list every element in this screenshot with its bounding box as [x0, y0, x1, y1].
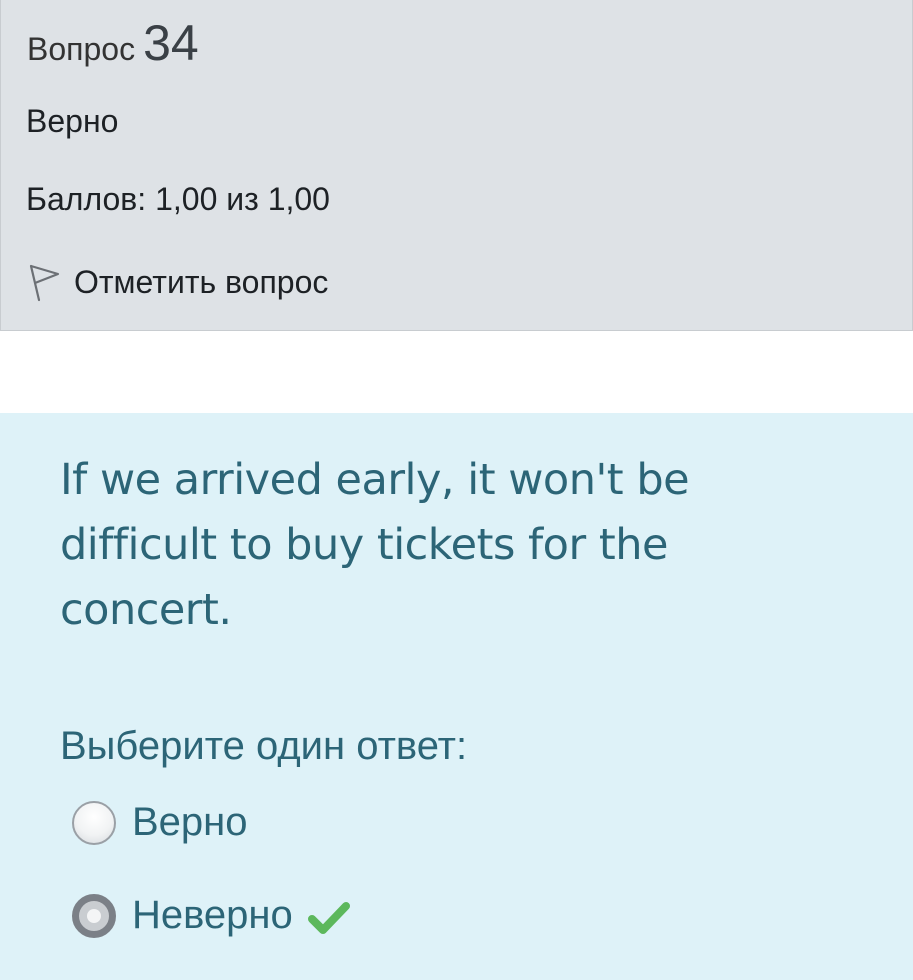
question-heading: Вопрос 34 [27, 14, 199, 72]
flag-outline-icon [29, 264, 60, 302]
question-text: If we arrived early, it won't be difficu… [60, 455, 690, 635]
flag-question-label: Отметить вопрос [74, 263, 329, 300]
answer-option-false[interactable]: Неверно [72, 893, 351, 938]
answer-option-label: Верно [132, 800, 248, 844]
flag-question-link[interactable]: Отметить вопрос [26, 260, 328, 304]
answer-option-label: Неверно [132, 893, 293, 937]
correct-check-icon [307, 901, 350, 934]
question-grade: Баллов: 1,00 из 1,00 [26, 181, 330, 217]
question-state: Верно [26, 103, 119, 139]
radio-button-checked[interactable] [72, 893, 116, 938]
question-label: Вопрос [27, 31, 136, 67]
answer-option-true[interactable]: Верно [72, 800, 248, 845]
question-number: 34 [143, 15, 199, 71]
answer-prompt: Выберите один ответ: [60, 724, 468, 768]
question-info-panel: Вопрос 34 Верно Баллов: 1,00 из 1,00 Отме… [0, 0, 913, 331]
radio-button-unchecked[interactable] [72, 800, 116, 845]
